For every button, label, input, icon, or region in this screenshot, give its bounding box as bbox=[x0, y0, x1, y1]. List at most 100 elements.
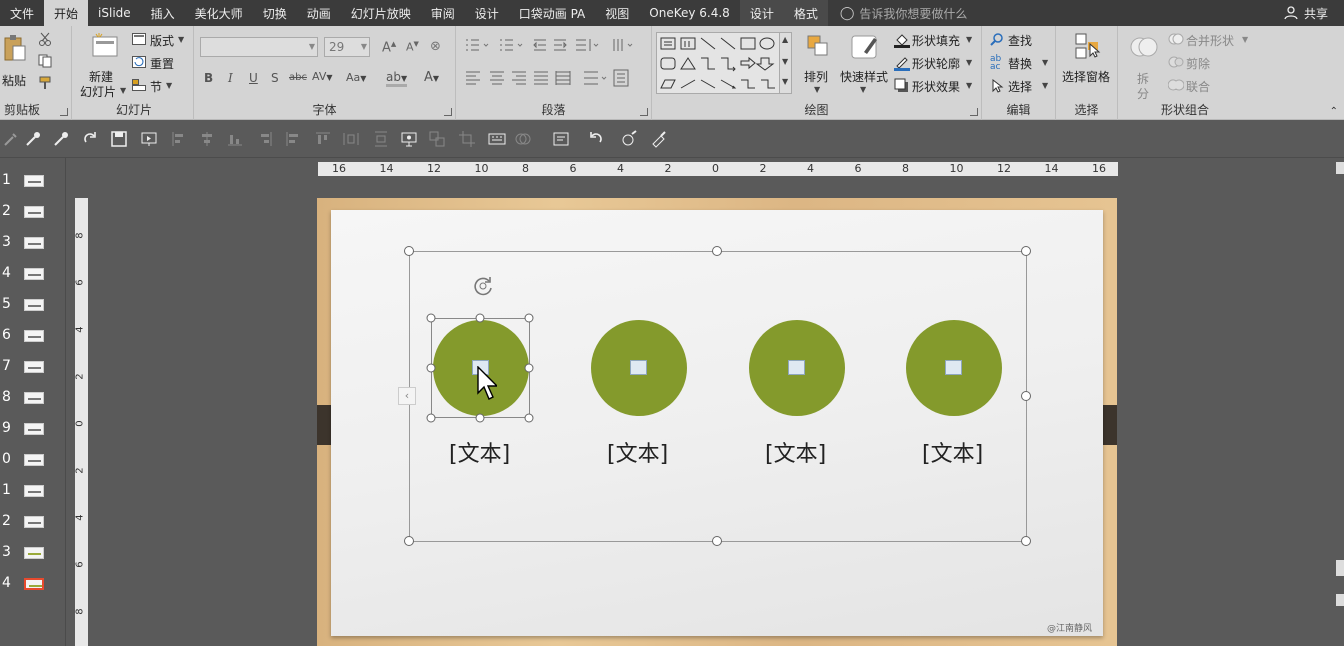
slide-thumbnail[interactable]: 3 bbox=[0, 228, 66, 259]
tab-view[interactable]: 视图 bbox=[595, 0, 639, 26]
tab-animations[interactable]: 动画 bbox=[297, 0, 341, 26]
quick-styles-button[interactable]: 快速样式 ▼ bbox=[838, 32, 890, 98]
share-button[interactable]: 共享 bbox=[1284, 0, 1344, 26]
picture-placeholder-circle-2[interactable] bbox=[591, 320, 687, 416]
scroll-up-arrow-icon[interactable] bbox=[1336, 162, 1344, 174]
resize-handle[interactable] bbox=[1021, 246, 1031, 256]
section-button[interactable]: 节 ▼ bbox=[132, 78, 190, 94]
resize-handle[interactable] bbox=[524, 363, 534, 373]
arrange-button[interactable]: 排列 ▼ bbox=[800, 32, 834, 98]
slide-thumbnail[interactable]: 1 bbox=[0, 166, 66, 197]
replace-button[interactable]: ab ac 替换 ▼ bbox=[990, 55, 1050, 72]
collapse-arrow-icon[interactable]: ‹ bbox=[398, 387, 416, 405]
slide-thumbnail[interactable]: 5 bbox=[0, 290, 66, 321]
slide-thumbnail[interactable]: 3 bbox=[0, 538, 66, 569]
resize-handle[interactable] bbox=[426, 363, 436, 373]
format-brush-icon[interactable] bbox=[650, 130, 668, 148]
distribute-horizontal-icon[interactable] bbox=[342, 130, 360, 148]
picture-placeholder-circle-4[interactable] bbox=[906, 320, 1002, 416]
scroll-down-arrow-icon[interactable] bbox=[1336, 594, 1344, 606]
select-button[interactable]: 选择 ▼ bbox=[990, 78, 1050, 94]
font-color-icon[interactable]: A▼ bbox=[424, 70, 439, 85]
distribute-vertical-icon[interactable] bbox=[372, 130, 390, 148]
clipboard-launcher[interactable] bbox=[60, 108, 68, 116]
align-left-icon[interactable] bbox=[170, 130, 188, 148]
tab-context-format[interactable]: 格式 bbox=[783, 0, 828, 26]
slide-thumbnail[interactable]: 6 bbox=[0, 321, 66, 352]
resize-handle[interactable] bbox=[404, 536, 414, 546]
cut-icon[interactable] bbox=[38, 32, 52, 46]
slide-thumbnail-selected[interactable]: 4 bbox=[0, 569, 66, 600]
find-button[interactable]: 查找 bbox=[990, 32, 1050, 48]
vertical-scrollbar[interactable] bbox=[1336, 160, 1344, 646]
shapes-combine-icon[interactable] bbox=[514, 130, 532, 148]
layout-button[interactable]: 版式 ▼ bbox=[132, 32, 190, 48]
rotate-handle-icon[interactable] bbox=[471, 275, 495, 297]
selection-pane-button[interactable]: 选择窗格 bbox=[1060, 32, 1116, 92]
tab-pocket-animation[interactable]: 口袋动画 PA bbox=[509, 0, 596, 26]
tab-transitions[interactable]: 切换 bbox=[253, 0, 297, 26]
format-painter-icon[interactable] bbox=[38, 76, 54, 90]
paragraph-launcher[interactable] bbox=[640, 108, 648, 116]
clear-format-icon[interactable]: ⊗ bbox=[430, 39, 441, 54]
change-case-icon[interactable]: Aa▼ bbox=[346, 71, 366, 84]
align-center-icon[interactable] bbox=[198, 130, 216, 148]
align-left-2-icon[interactable] bbox=[284, 130, 302, 148]
align-top-icon[interactable] bbox=[314, 130, 332, 148]
tab-islide[interactable]: iSlide bbox=[88, 0, 141, 26]
scroll-down-icon[interactable]: ▼ bbox=[782, 57, 788, 66]
char-spacing-icon[interactable]: AV▼ bbox=[312, 70, 333, 83]
strikethrough-icon[interactable]: abc bbox=[289, 72, 307, 83]
shadow-icon[interactable]: S bbox=[271, 71, 279, 85]
resize-handle[interactable] bbox=[475, 313, 485, 323]
tab-insert[interactable]: 插入 bbox=[141, 0, 185, 26]
shape-effects-button[interactable]: 形状效果 ▼ bbox=[894, 78, 978, 94]
scroll-thumb[interactable] bbox=[1336, 560, 1344, 576]
font-launcher[interactable] bbox=[444, 108, 452, 116]
bold-icon[interactable]: B bbox=[204, 71, 213, 85]
undo-icon[interactable] bbox=[586, 130, 604, 148]
caption-text-1[interactable]: [文本] bbox=[449, 436, 510, 468]
align-right-icon[interactable] bbox=[256, 130, 274, 148]
caption-text-2[interactable]: [文本] bbox=[607, 436, 668, 468]
shapes-gallery[interactable]: ▲ ▼ ▼ bbox=[656, 32, 792, 94]
redo-icon[interactable] bbox=[82, 130, 100, 148]
shape-outline-button[interactable]: 形状轮廓 ▼ bbox=[894, 55, 978, 71]
tab-file[interactable]: 文件 bbox=[0, 0, 44, 26]
resize-handle[interactable] bbox=[426, 313, 436, 323]
underline-icon[interactable]: U bbox=[249, 71, 258, 85]
presenter-icon[interactable] bbox=[400, 130, 418, 148]
slide-thumbnail[interactable]: 8 bbox=[0, 383, 66, 414]
resize-handle[interactable] bbox=[712, 536, 722, 546]
slide-thumbnail[interactable]: 7 bbox=[0, 352, 66, 383]
italic-icon[interactable]: I bbox=[228, 71, 233, 85]
slide-thumbnail[interactable]: 2 bbox=[0, 197, 66, 228]
drawing-launcher[interactable] bbox=[970, 108, 978, 116]
tell-me-box[interactable]: ◯ 告诉我你想要做什么 bbox=[828, 0, 968, 26]
tab-home[interactable]: 开始 bbox=[44, 0, 89, 26]
shapes-scrollbar[interactable]: ▲ ▼ ▼ bbox=[779, 33, 791, 93]
reset-button[interactable]: 重置 bbox=[132, 55, 190, 71]
font-size-select[interactable]: 29 ▼ bbox=[324, 37, 370, 57]
new-slide-button[interactable]: 新建 幻灯片 ▼ bbox=[80, 30, 128, 99]
gallery-more-icon[interactable]: ▼ bbox=[782, 77, 788, 86]
slide-thumbnail[interactable]: 0 bbox=[0, 445, 66, 476]
highlight-icon[interactable]: ab▼ bbox=[386, 70, 408, 87]
slide-thumbnail[interactable]: 9 bbox=[0, 414, 66, 445]
eyedropper-icon[interactable] bbox=[2, 130, 20, 148]
union-button[interactable]: 联合 bbox=[1168, 78, 1250, 94]
caption-text-4[interactable]: [文本] bbox=[922, 436, 983, 468]
slide-thumbnail[interactable]: 4 bbox=[0, 259, 66, 290]
picture-placeholder-circle-3[interactable] bbox=[749, 320, 845, 416]
resize-handle[interactable] bbox=[404, 246, 414, 256]
paste-button[interactable]: 粘贴 bbox=[2, 32, 28, 94]
eyedropper-fill-icon[interactable] bbox=[24, 130, 42, 148]
paragraph-tools-icons[interactable] bbox=[462, 36, 648, 90]
eyedropper-line-icon[interactable] bbox=[52, 130, 70, 148]
tab-onekey[interactable]: OneKey 6.4.8 bbox=[639, 0, 740, 26]
increase-font-icon[interactable]: A▲ bbox=[382, 40, 396, 55]
caption-text-3[interactable]: [文本] bbox=[765, 436, 826, 468]
save-icon[interactable] bbox=[110, 130, 128, 148]
resize-handle[interactable] bbox=[524, 413, 534, 423]
shape-fill-button[interactable]: 形状填充 ▼ bbox=[894, 32, 978, 48]
